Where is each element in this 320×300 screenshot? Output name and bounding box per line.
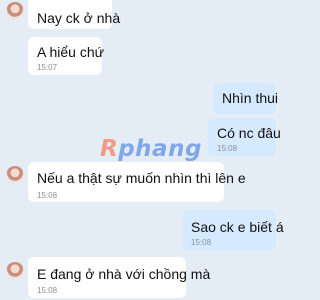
message-timestamp: 15:08 <box>37 286 58 295</box>
message-bubble-received[interactable]: Nay ck ở nhà <box>28 0 120 29</box>
message-timestamp: 15:08 <box>191 238 212 247</box>
message-bubble-sent[interactable]: Sao ck e biết á 15:08 <box>182 210 284 250</box>
message-bubble-sent[interactable]: Nhìn thui <box>213 83 279 114</box>
message-bubble-received[interactable]: E đang ở nhà với chồng mà 15:08 <box>28 257 210 298</box>
message-timestamp: 15:08 <box>217 144 238 153</box>
message-text: E đang ở nhà với chồng mà <box>37 266 211 282</box>
watermark-letter: R <box>100 136 119 162</box>
message-bubble-received[interactable]: A hiểu chứ 15:07 <box>28 37 104 75</box>
watermark-logo: Rphang <box>100 136 202 162</box>
contact-avatar[interactable] <box>6 262 24 280</box>
message-bubble-received[interactable]: Nếu a thật sự muốn nhìn thì lên e 15:08 <box>28 162 246 202</box>
message-text: Sao ck e biết á <box>191 219 284 235</box>
watermark-text: phang <box>118 136 202 162</box>
message-text: Nhìn thui <box>222 90 279 106</box>
contact-avatar[interactable] <box>6 166 24 184</box>
message-timestamp: 15:08 <box>37 191 58 200</box>
message-text: Có nc đâu <box>217 125 281 141</box>
contact-avatar[interactable] <box>6 2 24 20</box>
message-text: Nếu a thật sự muốn nhìn thì lên e <box>37 170 246 186</box>
message-timestamp: 15:07 <box>37 63 58 72</box>
message-text: Nay ck ở nhà <box>37 10 121 26</box>
message-text: A hiểu chứ <box>37 44 104 60</box>
message-bubble-sent[interactable]: Có nc đâu 15:08 <box>208 118 281 156</box>
